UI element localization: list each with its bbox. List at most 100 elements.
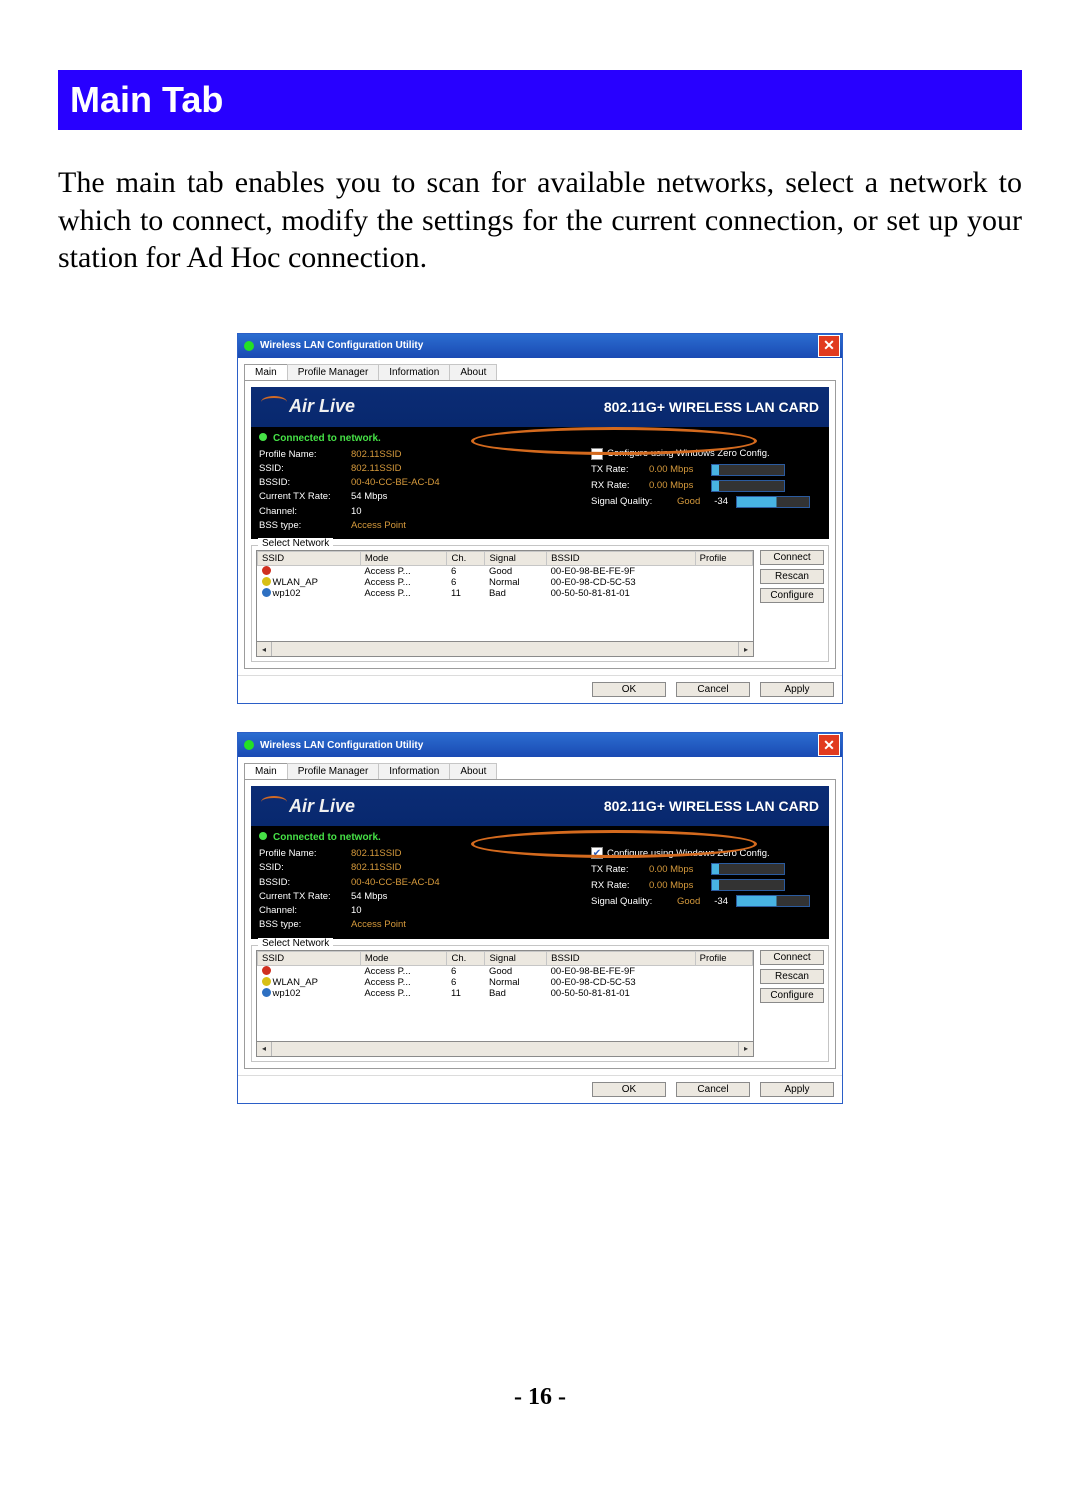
tab-row: MainProfile ManagerInformationAbout: [244, 364, 842, 380]
horizontal-scrollbar[interactable]: ◂▸: [256, 1042, 754, 1057]
dialog-buttons: OK Cancel Apply: [238, 1075, 842, 1103]
status-left: Profile Name:802.11SSID SSID:802.11SSID …: [259, 847, 591, 933]
connected-dot-icon: [259, 433, 267, 441]
wave-icon: [261, 396, 287, 408]
brand-logo: Air Live: [261, 796, 355, 817]
close-icon[interactable]: ✕: [818, 335, 840, 357]
table-row[interactable]: Access P...6Good00-E0-98-BE-FE-9F: [258, 965, 753, 977]
wlan-utility-window: Wireless LAN Configuration Utility ✕ Mai…: [237, 732, 843, 1104]
col-profile[interactable]: Profile: [695, 552, 752, 566]
configure-button[interactable]: Configure: [760, 588, 824, 603]
tab-row: MainProfile ManagerInformationAbout: [244, 763, 842, 779]
col-bssid[interactable]: BSSID: [547, 552, 695, 566]
network-status-icon: [262, 577, 271, 586]
connected-dot-icon: [259, 832, 267, 840]
col-ssid[interactable]: SSID: [258, 951, 361, 965]
tab-about[interactable]: About: [449, 763, 497, 779]
tab-profile-manager[interactable]: Profile Manager: [287, 763, 380, 779]
tx-rate-bar: [711, 464, 785, 476]
col-ch[interactable]: Ch.: [447, 552, 485, 566]
app-status-icon: [244, 740, 254, 750]
connected-label: Connected to network.: [259, 832, 821, 843]
network-buttons: Connect Rescan Configure: [760, 550, 824, 657]
section-body-text: The main tab enables you to scan for ava…: [58, 164, 1022, 277]
brand-logo: Air Live: [261, 396, 355, 417]
network-status-icon: [262, 988, 271, 997]
apply-button[interactable]: Apply: [760, 1082, 834, 1097]
col-mode[interactable]: Mode: [360, 552, 447, 566]
section-title: Main Tab: [70, 79, 223, 121]
connected-label: Connected to network.: [259, 433, 821, 444]
select-network-group: Select Network SSIDModeCh.SignalBSSIDPro…: [251, 545, 829, 662]
connect-button[interactable]: Connect: [760, 550, 824, 565]
table-row[interactable]: wp102 Access P...11Bad00-50-50-81-81-01: [258, 988, 753, 999]
card-name: 802.11G+ WIRELESS LAN CARD: [604, 399, 819, 415]
tab-information[interactable]: Information: [378, 763, 450, 779]
col-ch[interactable]: Ch.: [447, 951, 485, 965]
table-row[interactable]: WLAN_AP Access P...6Normal00-E0-98-CD-5C…: [258, 577, 753, 588]
card-name: 802.11G+ WIRELESS LAN CARD: [604, 798, 819, 814]
status-right: ✔Configure using Windows Zero Config. TX…: [591, 847, 821, 933]
window-title: Wireless LAN Configuration Utility: [260, 340, 423, 351]
rescan-button[interactable]: Rescan: [760, 969, 824, 984]
close-icon[interactable]: ✕: [818, 734, 840, 756]
connect-button[interactable]: Connect: [760, 950, 824, 965]
network-buttons: Connect Rescan Configure: [760, 950, 824, 1057]
window-titlebar: Wireless LAN Configuration Utility ✕: [238, 334, 842, 358]
col-signal[interactable]: Signal: [485, 552, 547, 566]
col-signal[interactable]: Signal: [485, 951, 547, 965]
network-list[interactable]: SSIDModeCh.SignalBSSIDProfile Access P..…: [256, 950, 754, 1042]
zero-config-checkbox[interactable]: ✔: [591, 847, 603, 859]
tx-rate-bar: [711, 863, 785, 875]
zero-config-checkbox-row[interactable]: Configure using Windows Zero Config.: [591, 448, 821, 460]
tab-main[interactable]: Main: [244, 364, 288, 380]
horizontal-scrollbar[interactable]: ◂▸: [256, 642, 754, 657]
tab-main[interactable]: Main: [244, 763, 288, 779]
tab-profile-manager[interactable]: Profile Manager: [287, 364, 380, 380]
ok-button[interactable]: OK: [592, 1082, 666, 1097]
dialog-buttons: OK Cancel Apply: [238, 675, 842, 703]
scroll-left-icon[interactable]: ◂: [257, 1042, 272, 1056]
table-row[interactable]: Access P...6Good00-E0-98-BE-FE-9F: [258, 566, 753, 578]
brand-banner: Air Live 802.11G+ WIRELESS LAN CARD: [251, 786, 829, 826]
network-status-icon: [262, 588, 271, 597]
scroll-right-icon[interactable]: ▸: [738, 642, 753, 656]
cancel-button[interactable]: Cancel: [676, 682, 750, 697]
page-number: - 16 -: [0, 1384, 1080, 1411]
wlan-utility-window: Wireless LAN Configuration Utility ✕ Mai…: [237, 333, 843, 705]
col-mode[interactable]: Mode: [360, 951, 447, 965]
rx-rate-bar: [711, 480, 785, 492]
zero-config-checkbox[interactable]: [591, 448, 603, 460]
status-area: Connected to network. Profile Name:802.1…: [251, 427, 829, 540]
signal-quality-bar: [736, 895, 810, 907]
status-left: Profile Name:802.11SSID SSID:802.11SSID …: [259, 448, 591, 534]
scroll-left-icon[interactable]: ◂: [257, 642, 272, 656]
cancel-button[interactable]: Cancel: [676, 1082, 750, 1097]
zero-config-checkbox-row[interactable]: ✔Configure using Windows Zero Config.: [591, 847, 821, 859]
col-profile[interactable]: Profile: [695, 951, 752, 965]
table-row[interactable]: WLAN_AP Access P...6Normal00-E0-98-CD-5C…: [258, 977, 753, 988]
brand-banner: Air Live 802.11G+ WIRELESS LAN CARD: [251, 387, 829, 427]
scroll-right-icon[interactable]: ▸: [738, 1042, 753, 1056]
wave-icon: [261, 796, 287, 808]
select-network-legend: Select Network: [258, 938, 333, 949]
rx-rate-bar: [711, 879, 785, 891]
status-right: Configure using Windows Zero Config. TX …: [591, 448, 821, 534]
tab-about[interactable]: About: [449, 364, 497, 380]
tab-main-pane: Air Live 802.11G+ WIRELESS LAN CARD Conn…: [244, 779, 836, 1069]
tab-main-pane: Air Live 802.11G+ WIRELESS LAN CARD Conn…: [244, 380, 836, 670]
network-list[interactable]: SSIDModeCh.SignalBSSIDProfile Access P..…: [256, 550, 754, 642]
ok-button[interactable]: OK: [592, 682, 666, 697]
tab-information[interactable]: Information: [378, 364, 450, 380]
col-bssid[interactable]: BSSID: [547, 951, 695, 965]
apply-button[interactable]: Apply: [760, 682, 834, 697]
configure-button[interactable]: Configure: [760, 988, 824, 1003]
signal-quality-bar: [736, 496, 810, 508]
network-status-icon: [262, 977, 271, 986]
window-titlebar: Wireless LAN Configuration Utility ✕: [238, 733, 842, 757]
status-area: Connected to network. Profile Name:802.1…: [251, 826, 829, 939]
table-row[interactable]: wp102 Access P...11Bad00-50-50-81-81-01: [258, 588, 753, 599]
select-network-group: Select Network SSIDModeCh.SignalBSSIDPro…: [251, 945, 829, 1062]
col-ssid[interactable]: SSID: [258, 552, 361, 566]
rescan-button[interactable]: Rescan: [760, 569, 824, 584]
